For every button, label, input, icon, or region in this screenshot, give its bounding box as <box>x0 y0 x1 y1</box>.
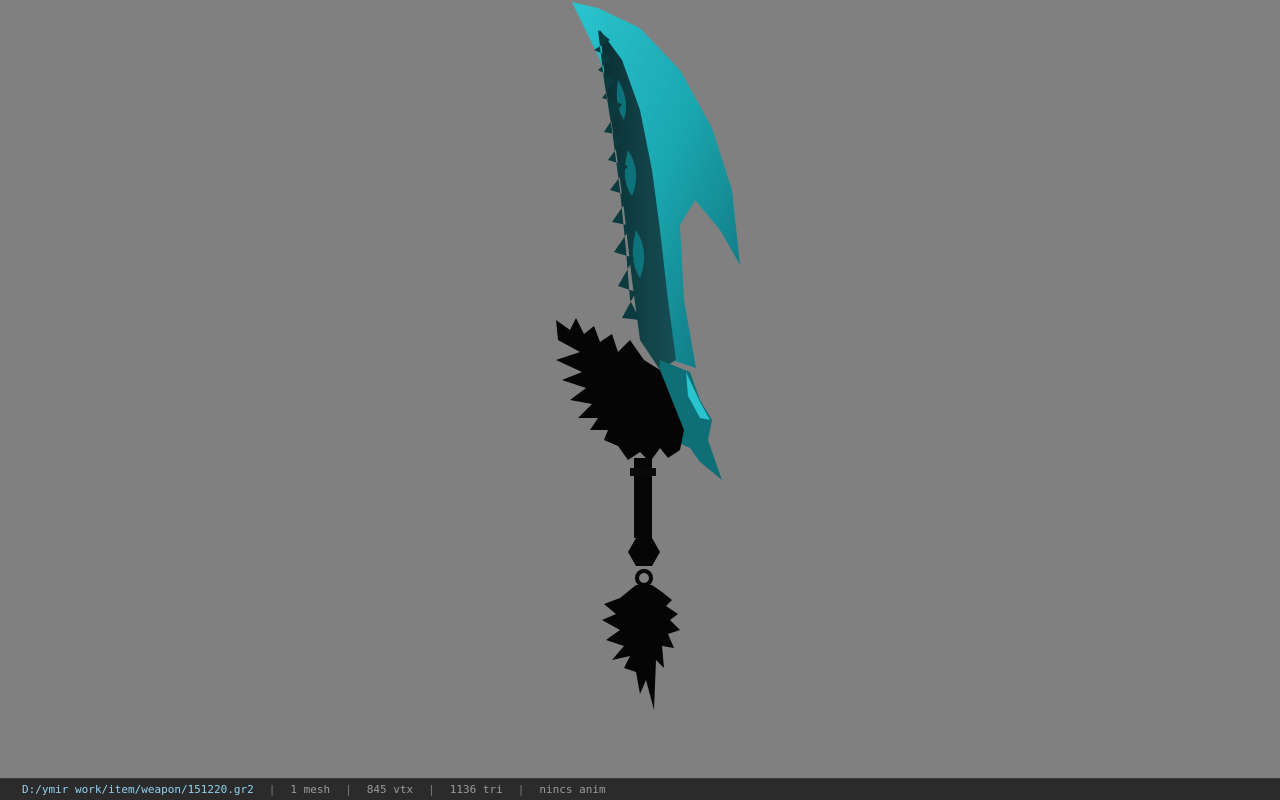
triangle-count: 1136 tri <box>449 783 503 796</box>
3d-viewport[interactable] <box>0 0 1280 778</box>
tassel <box>602 585 680 710</box>
pommel <box>628 538 660 566</box>
weapon-model <box>556 2 740 710</box>
animation-status: nincs anim <box>539 783 606 796</box>
separator: | <box>517 783 525 796</box>
mesh-count: 1 mesh <box>290 783 331 796</box>
file-path: D:/ymir work/item/weapon/151220.gr2 <box>22 783 254 796</box>
separator: | <box>428 783 435 796</box>
vertex-count: 845 vtx <box>366 783 414 796</box>
separator: | <box>268 783 276 796</box>
status-bar: D:/ymir work/item/weapon/151220.gr2 | 1 me… <box>0 778 1280 800</box>
separator: | <box>345 783 352 796</box>
